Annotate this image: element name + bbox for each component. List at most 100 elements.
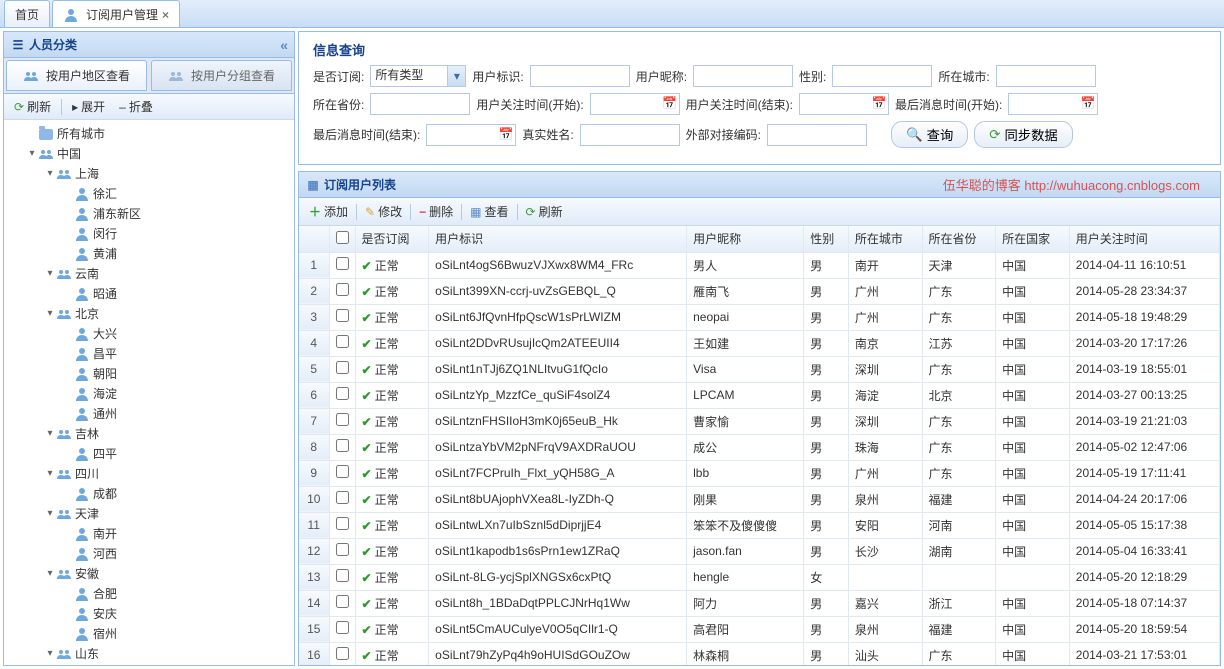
column-header[interactable]: 所在省份 xyxy=(922,226,996,252)
tree-node[interactable]: 黄浦 xyxy=(4,244,294,264)
realname-input[interactable] xyxy=(580,124,680,146)
calendar-icon[interactable]: 📅 xyxy=(662,95,678,111)
row-checkbox[interactable] xyxy=(336,257,349,270)
tree-node[interactable]: 大兴 xyxy=(4,324,294,344)
refresh-button[interactable]: ⟳刷新 xyxy=(8,95,57,118)
province-input[interactable] xyxy=(370,93,470,115)
gender-input[interactable] xyxy=(832,65,932,87)
tab-home[interactable]: 首页 xyxy=(4,0,50,27)
tab-subscriber-mgmt[interactable]: 订阅用户管理 × xyxy=(52,0,180,27)
tree-node[interactable]: 朝阳 xyxy=(4,364,294,384)
column-header[interactable]: 所在城市 xyxy=(848,226,922,252)
row-checkbox[interactable] xyxy=(336,543,349,556)
search-button[interactable]: 🔍查询 xyxy=(891,121,968,148)
row-checkbox[interactable] xyxy=(336,517,349,530)
table-row[interactable]: 14✔正常oSiLnt8h_1BDaDqtPPLCJNrHq1Ww阿力男嘉兴浙江… xyxy=(299,590,1220,616)
tree-node[interactable]: ▾天津 xyxy=(4,504,294,524)
tree-node[interactable]: 威海 xyxy=(4,664,294,665)
row-checkbox[interactable] xyxy=(336,569,349,582)
expander-icon[interactable]: ▾ xyxy=(44,265,56,283)
tree-node[interactable]: 宿州 xyxy=(4,624,294,644)
tree-node[interactable]: 昭通 xyxy=(4,284,294,304)
userid-input[interactable] xyxy=(530,65,630,87)
tree-node[interactable]: 南开 xyxy=(4,524,294,544)
table-row[interactable]: 16✔正常oSiLnt79hZyPq4h9oHUISdGOuZOw林森桐男汕头广… xyxy=(299,642,1220,665)
city-input[interactable] xyxy=(996,65,1096,87)
column-header[interactable]: 性别 xyxy=(804,226,849,252)
tree-node[interactable]: ▾中国 xyxy=(4,144,294,164)
row-checkbox[interactable] xyxy=(336,413,349,426)
row-checkbox[interactable] xyxy=(336,621,349,634)
expander-icon[interactable]: ▾ xyxy=(26,145,38,163)
column-header[interactable]: 是否订阅 xyxy=(355,226,429,252)
tree-node[interactable]: 闵行 xyxy=(4,224,294,244)
calendar-icon[interactable]: 📅 xyxy=(871,95,887,111)
table-row[interactable]: 1✔正常oSiLnt4ogS6BwuzVJXwx8WM4_FRc男人男南开天津中… xyxy=(299,252,1220,278)
expander-icon[interactable]: ▾ xyxy=(44,565,56,583)
expander-icon[interactable]: ▾ xyxy=(44,505,56,523)
tree-node[interactable]: 昌平 xyxy=(4,344,294,364)
tree-node[interactable]: 通州 xyxy=(4,404,294,424)
tree-node[interactable]: 安庆 xyxy=(4,604,294,624)
expander-icon[interactable]: ▾ xyxy=(44,645,56,663)
row-checkbox[interactable] xyxy=(336,387,349,400)
expander-icon[interactable]: ▾ xyxy=(44,465,56,483)
sync-button[interactable]: ⟳同步数据 xyxy=(974,121,1072,148)
view-button[interactable]: ▦查看 xyxy=(464,200,514,223)
row-checkbox[interactable] xyxy=(336,361,349,374)
expander-icon[interactable]: ▾ xyxy=(44,425,56,443)
row-checkbox[interactable] xyxy=(336,491,349,504)
tree-node[interactable]: ▾四川 xyxy=(4,464,294,484)
tree-node[interactable]: ▾安徽 xyxy=(4,564,294,584)
row-checkbox[interactable] xyxy=(336,309,349,322)
table-row[interactable]: 3✔正常oSiLnt6JfQvnHfpQscW1sPrLWIZMneopai男广… xyxy=(299,304,1220,330)
subscribe-combo[interactable]: 所有类型▾ xyxy=(370,65,466,87)
tree-node[interactable]: 四平 xyxy=(4,444,294,464)
column-header[interactable]: 用户标识 xyxy=(429,226,687,252)
extcode-input[interactable] xyxy=(767,124,867,146)
tree-node[interactable]: 浦东新区 xyxy=(4,204,294,224)
table-row[interactable]: 9✔正常oSiLnt7FCPruIh_Flxt_yQH58G_Albb男广州广东… xyxy=(299,460,1220,486)
tree-node[interactable]: ▾山东 xyxy=(4,644,294,664)
subtab-by-region[interactable]: 按用户地区查看 xyxy=(6,60,147,91)
row-checkbox[interactable] xyxy=(336,283,349,296)
table-row[interactable]: 8✔正常oSiLntzaYbVM2pNFrqV9AXDRaUOU成公男珠海广东中… xyxy=(299,434,1220,460)
data-grid[interactable]: 是否订阅用户标识用户昵称性别所在城市所在省份所在国家用户关注时间1✔正常oSiL… xyxy=(299,226,1220,665)
close-icon[interactable]: × xyxy=(162,8,169,22)
tree-node[interactable]: 海淀 xyxy=(4,384,294,404)
tree-node[interactable]: 所有城市 xyxy=(4,124,294,144)
expand-button[interactable]: ▸展开 xyxy=(66,95,111,118)
row-checkbox[interactable] xyxy=(336,439,349,452)
refresh-button[interactable]: ⟳刷新 xyxy=(520,200,569,223)
select-all-checkbox[interactable] xyxy=(336,231,349,244)
region-tree[interactable]: 所有城市▾中国▾上海徐汇浦东新区闵行黄浦▾云南昭通▾北京大兴昌平朝阳海淀通州▾吉… xyxy=(4,120,294,665)
table-row[interactable]: 5✔正常oSiLnt1nTJj6ZQ1NLItvuG1fQcIoVisa男深圳广… xyxy=(299,356,1220,382)
tree-node[interactable]: ▾上海 xyxy=(4,164,294,184)
column-header[interactable]: 所在国家 xyxy=(996,226,1070,252)
table-row[interactable]: 12✔正常oSiLnt1kapodb1s6sPrn1ew1ZRaQjason.f… xyxy=(299,538,1220,564)
expander-icon[interactable]: ▾ xyxy=(44,165,56,183)
tree-node[interactable]: ▾北京 xyxy=(4,304,294,324)
tree-node[interactable]: 成都 xyxy=(4,484,294,504)
tree-node[interactable]: 徐汇 xyxy=(4,184,294,204)
tree-node[interactable]: ▾云南 xyxy=(4,264,294,284)
table-row[interactable]: 10✔正常oSiLnt8bUAjophVXea8L-IyZDh-Q刚果男泉州福建… xyxy=(299,486,1220,512)
nickname-input[interactable] xyxy=(693,65,793,87)
table-row[interactable]: 7✔正常oSiLntznFHSIIoH3mK0j65euB_Hk曹家愉男深圳广东… xyxy=(299,408,1220,434)
delete-button[interactable]: −删除 xyxy=(413,200,459,223)
row-checkbox[interactable] xyxy=(336,647,349,660)
table-row[interactable]: 2✔正常oSiLnt399XN-ccrj-uvZsGEBQL_Q雁南飞男广州广东… xyxy=(299,278,1220,304)
expander-icon[interactable]: ▾ xyxy=(44,305,56,323)
tree-node[interactable]: 河西 xyxy=(4,544,294,564)
edit-button[interactable]: ✎修改 xyxy=(359,200,408,223)
column-header[interactable]: 用户昵称 xyxy=(687,226,804,252)
row-checkbox[interactable] xyxy=(336,595,349,608)
calendar-icon[interactable]: 📅 xyxy=(1080,95,1096,111)
table-row[interactable]: 15✔正常oSiLnt5CmAUCulyeV0O5qCIlr1-Q高君阳男泉州福… xyxy=(299,616,1220,642)
subtab-by-group[interactable]: 按用户分组查看 xyxy=(151,60,292,91)
table-row[interactable]: 6✔正常oSiLntzYp_MzzfCe_quSiF4solZ4LPCAM男海淀… xyxy=(299,382,1220,408)
column-header[interactable]: 用户关注时间 xyxy=(1069,226,1219,252)
table-row[interactable]: 11✔正常oSiLntwLXn7uIbSznl5dDiprjjE4笨笨不及傻傻傻… xyxy=(299,512,1220,538)
table-row[interactable]: 13✔正常oSiLnt-8LG-ycjSplXNGSx6cxPtQhengle女… xyxy=(299,564,1220,590)
calendar-icon[interactable]: 📅 xyxy=(498,126,514,142)
